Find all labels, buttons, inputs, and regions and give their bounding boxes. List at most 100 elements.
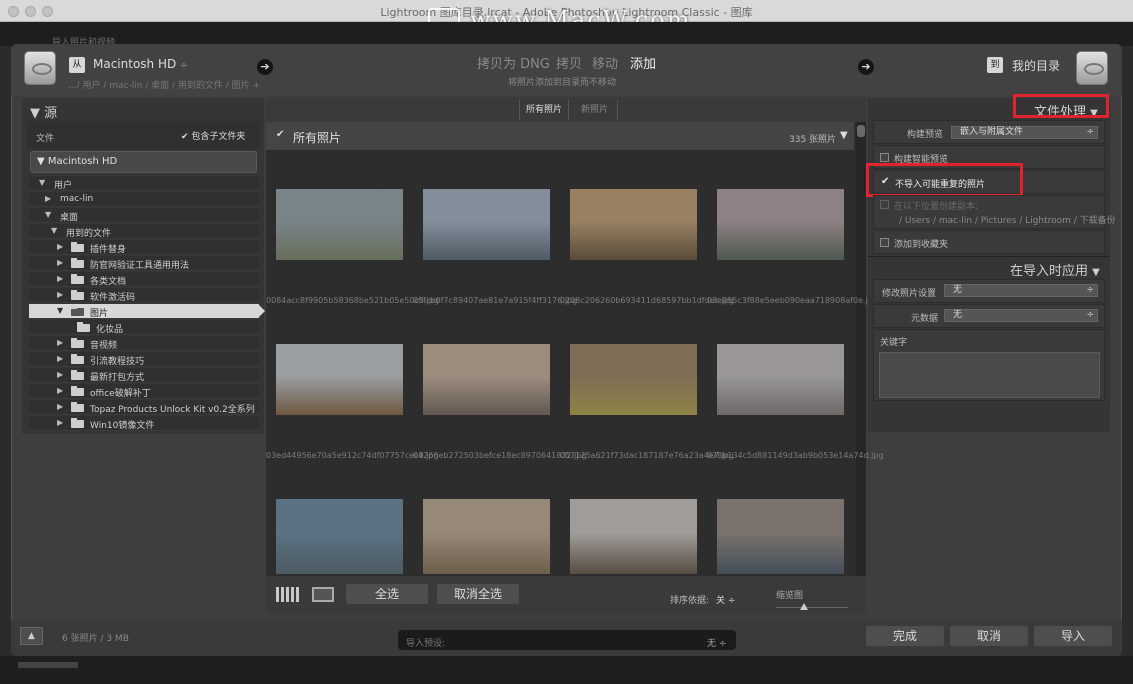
tree-row[interactable]: ▶ Win10镜像文件 <box>29 416 259 431</box>
add-to-collection-checkbox[interactable] <box>880 238 889 247</box>
slider-thumb[interactable] <box>800 603 808 610</box>
triangle-right-icon[interactable]: ▶ <box>57 290 63 299</box>
tree-row-label: 音视频 <box>90 341 118 351</box>
triangle-down-icon[interactable]: ▼ <box>840 130 848 141</box>
highlight-box <box>866 163 1023 197</box>
tree-row[interactable]: ▶ 音视频 <box>29 336 259 351</box>
triangle-right-icon[interactable]: ▶ <box>57 338 63 347</box>
deselect-all-button[interactable]: 取消全选 <box>437 584 519 604</box>
triangle-right-icon[interactable]: ▶ <box>57 370 63 379</box>
photo-thumbnail[interactable] <box>276 499 403 574</box>
triangle-down-icon[interactable]: ▼ <box>45 210 51 219</box>
volume-macintosh-hd[interactable]: ▼ Macintosh HD <box>30 151 257 173</box>
loupe-view-icon[interactable] <box>312 587 334 602</box>
photo-thumbnail[interactable] <box>276 189 403 260</box>
tree-row[interactable]: ▼ 桌面 <box>29 208 259 223</box>
destination-label[interactable]: 我的目录 <box>1012 57 1060 74</box>
tree-row-label: 插件替身 <box>90 245 127 255</box>
triangle-right-icon[interactable]: ▶ <box>57 242 63 251</box>
tab-new-photos[interactable]: 新照片 <box>572 100 618 120</box>
build-previews-select[interactable]: 嵌入与附属文件 ÷ <box>951 126 1098 139</box>
mode-move[interactable]: 移动 <box>592 53 618 72</box>
develop-settings-select[interactable]: 无 ÷ <box>944 284 1098 297</box>
check-all-icon[interactable]: ✔ <box>276 129 284 140</box>
import-button[interactable]: 导入 <box>1034 626 1112 646</box>
tree-row[interactable]: ▶ 最新打包方式 <box>29 368 259 383</box>
photo-thumbnail[interactable] <box>717 344 844 415</box>
keywords-input[interactable] <box>879 352 1100 398</box>
tree-row[interactable]: ▼ 用到的文件 <box>29 224 259 239</box>
triangle-down-icon[interactable]: ▼ <box>39 178 45 187</box>
photo-thumbnail[interactable] <box>717 189 844 260</box>
photo-thumbnail[interactable] <box>276 344 403 415</box>
triangle-right-icon[interactable]: ▶ <box>57 402 63 411</box>
mode-subtitle: 将照片添加到目录而不移动 <box>508 78 617 88</box>
source-selector[interactable]: Macintosh HD ÷ <box>93 57 188 71</box>
photo-thumbnail[interactable] <box>423 189 550 260</box>
photo-thumbnail[interactable] <box>570 344 697 415</box>
tree-row[interactable]: ▶ 软件激活码 <box>29 288 259 303</box>
tree-row[interactable]: ▶ 防官网验证工具通用用法 <box>29 256 259 271</box>
done-button[interactable]: 完成 <box>866 626 944 646</box>
cancel-button[interactable]: 取消 <box>950 626 1028 646</box>
triangle-right-icon[interactable]: ▶ <box>57 354 63 363</box>
grid-header-label: 所有照片 <box>293 131 342 145</box>
triangle-down-icon[interactable]: ▼ <box>57 306 63 315</box>
mode-copy[interactable]: 拷贝 <box>556 53 582 72</box>
apply-during-import-header[interactable]: 在导入时应用 ▼ <box>1010 260 1100 279</box>
grid-scrollbar[interactable] <box>856 122 866 576</box>
files-label: 文件 <box>36 134 55 144</box>
tree-row[interactable]: ▶ 引流教程技巧 <box>29 352 259 367</box>
chevron-updown-icon: ÷ <box>180 61 188 71</box>
tree-row[interactable]: ▶ mac-lin <box>29 192 259 207</box>
photo-thumbnail[interactable] <box>570 189 697 260</box>
folder-icon <box>71 242 84 252</box>
collapse-up-icon[interactable]: ▲ <box>20 627 43 645</box>
photo-thumbnail[interactable] <box>423 499 550 574</box>
second-copy-path: / Users / mac-lin / Pictures / Lightroom… <box>899 216 1116 226</box>
folder-icon <box>71 354 84 364</box>
triangle-right-icon[interactable]: ▶ <box>45 194 51 203</box>
folder-icon <box>71 370 84 380</box>
tree-row[interactable]: ▶ Topaz Products Unlock Kit v0.2全系列 <box>29 400 259 415</box>
triangle-right-icon[interactable]: ▶ <box>57 274 63 283</box>
select-all-button[interactable]: 全选 <box>346 584 428 604</box>
tree-row[interactable]: ▼ 图片 <box>29 304 259 319</box>
include-subfolders-checkbox[interactable]: ✔ 包含子文件夹 <box>181 129 245 142</box>
source-panel-header[interactable]: ▼ 源 <box>30 102 57 121</box>
to-badge: 到 <box>987 57 1003 73</box>
triangle-right-icon[interactable]: ▶ <box>57 258 63 267</box>
build-previews-label: 构建预览 <box>907 130 944 140</box>
photo-filename: 057125a621f73dac187187e76a23a4e7.jpg <box>560 451 734 460</box>
import-preset-select[interactable] <box>398 630 736 650</box>
tree-row[interactable]: ▶ 各类文档 <box>29 272 259 287</box>
second-copy-checkbox[interactable] <box>880 200 889 209</box>
photo-thumbnail[interactable] <box>423 344 550 415</box>
source-name: Macintosh HD <box>93 57 177 71</box>
photo-thumbnail[interactable] <box>717 499 844 574</box>
tree-row[interactable]: ▶ 插件替身 <box>29 240 259 255</box>
include-subfolders-label: 包含子文件夹 <box>191 132 246 142</box>
tree-row[interactable]: ▶ office破解补丁 <box>29 384 259 399</box>
thumbnail-slider[interactable] <box>776 607 848 608</box>
mode-copy-dng[interactable]: 拷贝为 DNG <box>477 53 550 72</box>
grid-view-icon[interactable] <box>276 587 300 602</box>
folder-icon <box>77 322 90 332</box>
scrollbar-thumb[interactable] <box>857 125 865 137</box>
metadata-label: 元数据 <box>911 314 939 324</box>
smart-previews-checkbox[interactable] <box>880 153 889 162</box>
photo-thumbnail[interactable] <box>570 499 697 574</box>
filmstrip-scrollbar[interactable] <box>18 662 78 668</box>
tree-row-label: 引流教程技巧 <box>90 357 145 367</box>
tree-row-label: office破解补丁 <box>90 389 151 399</box>
triangle-right-icon[interactable]: ▶ <box>57 386 63 395</box>
folder-icon <box>71 306 84 316</box>
mode-add[interactable]: 添加 <box>630 53 656 72</box>
tree-row[interactable]: 化妆品 <box>29 320 259 335</box>
tree-row[interactable]: ▼ 用户 <box>29 176 259 191</box>
tab-all-photos[interactable]: 所有照片 <box>519 100 569 120</box>
sort-select[interactable]: 关 ÷ <box>716 593 735 606</box>
triangle-right-icon[interactable]: ▶ <box>57 418 63 427</box>
triangle-down-icon[interactable]: ▼ <box>51 226 57 235</box>
metadata-select[interactable]: 无 ÷ <box>944 309 1098 322</box>
